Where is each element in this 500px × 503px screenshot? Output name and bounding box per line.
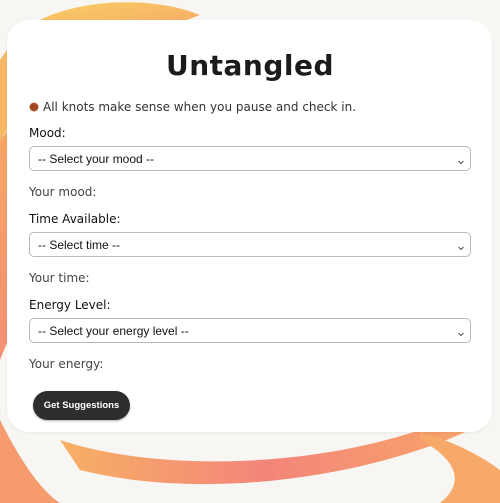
tagline-text: All knots make sense when you pause and …	[43, 100, 357, 114]
chevron-down-icon	[457, 155, 465, 164]
energy-select-value: -- Select your energy level --	[38, 323, 189, 338]
chevron-down-icon	[457, 241, 465, 250]
energy-result: Your energy:	[29, 357, 104, 371]
mood-select[interactable]: -- Select your mood --	[29, 146, 471, 171]
get-suggestions-button[interactable]: Get Suggestions	[33, 391, 130, 420]
mood-select-value: -- Select your mood --	[38, 151, 155, 166]
energy-label: Energy Level:	[29, 298, 111, 312]
mood-label: Mood:	[29, 126, 66, 140]
chevron-down-icon	[457, 327, 465, 336]
time-label: Time Available:	[29, 212, 121, 226]
energy-select[interactable]: -- Select your energy level --	[29, 318, 471, 343]
page: Untangled All knots make sense when you …	[0, 0, 500, 503]
time-result: Your time:	[29, 271, 90, 285]
main-card: Untangled All knots make sense when you …	[7, 20, 492, 432]
yarn-ball-icon	[29, 102, 39, 112]
mood-result: Your mood:	[29, 185, 97, 199]
time-select-value: -- Select time --	[38, 237, 121, 252]
time-select[interactable]: -- Select time --	[29, 232, 471, 257]
page-title: Untangled	[165, 49, 335, 82]
tagline: All knots make sense when you pause and …	[29, 99, 471, 115]
